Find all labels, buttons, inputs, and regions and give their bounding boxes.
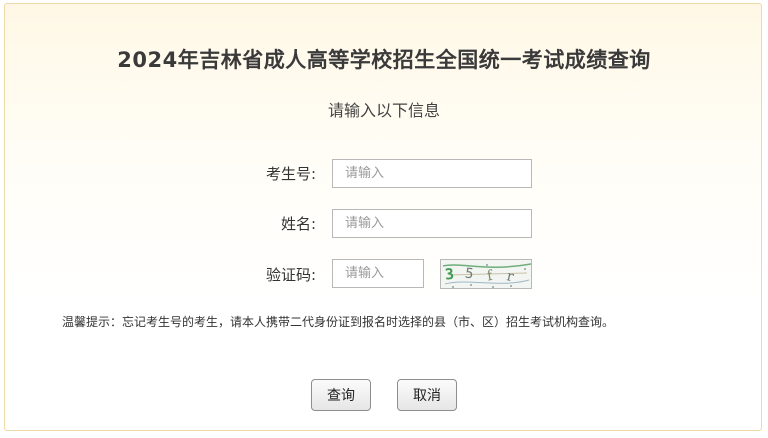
name-input[interactable] <box>332 209 532 238</box>
captcha-input[interactable] <box>332 259 424 288</box>
query-button[interactable]: 查询 <box>311 379 371 411</box>
captcha-image[interactable]: 3 5 f r <box>440 259 532 289</box>
exam-number-label: 考生号: <box>265 165 316 183</box>
tip-text: 温馨提示：忘记考生号的考生，请本人携带二代身份证到报名时选择的县（市、区）招生考… <box>62 315 615 329</box>
page-title: 2024年吉林省成人高等学校招生全国统一考试成绩查询 <box>117 48 651 72</box>
name-label: 姓名: <box>280 215 316 233</box>
captcha-label: 验证码: <box>265 266 316 284</box>
cancel-button[interactable]: 取消 <box>397 379 457 411</box>
exam-number-input[interactable] <box>332 159 532 188</box>
captcha-graphic: 3 5 f r <box>441 260 531 288</box>
svg-text:3: 3 <box>444 265 455 284</box>
page-subtitle: 请输入以下信息 <box>327 101 440 120</box>
